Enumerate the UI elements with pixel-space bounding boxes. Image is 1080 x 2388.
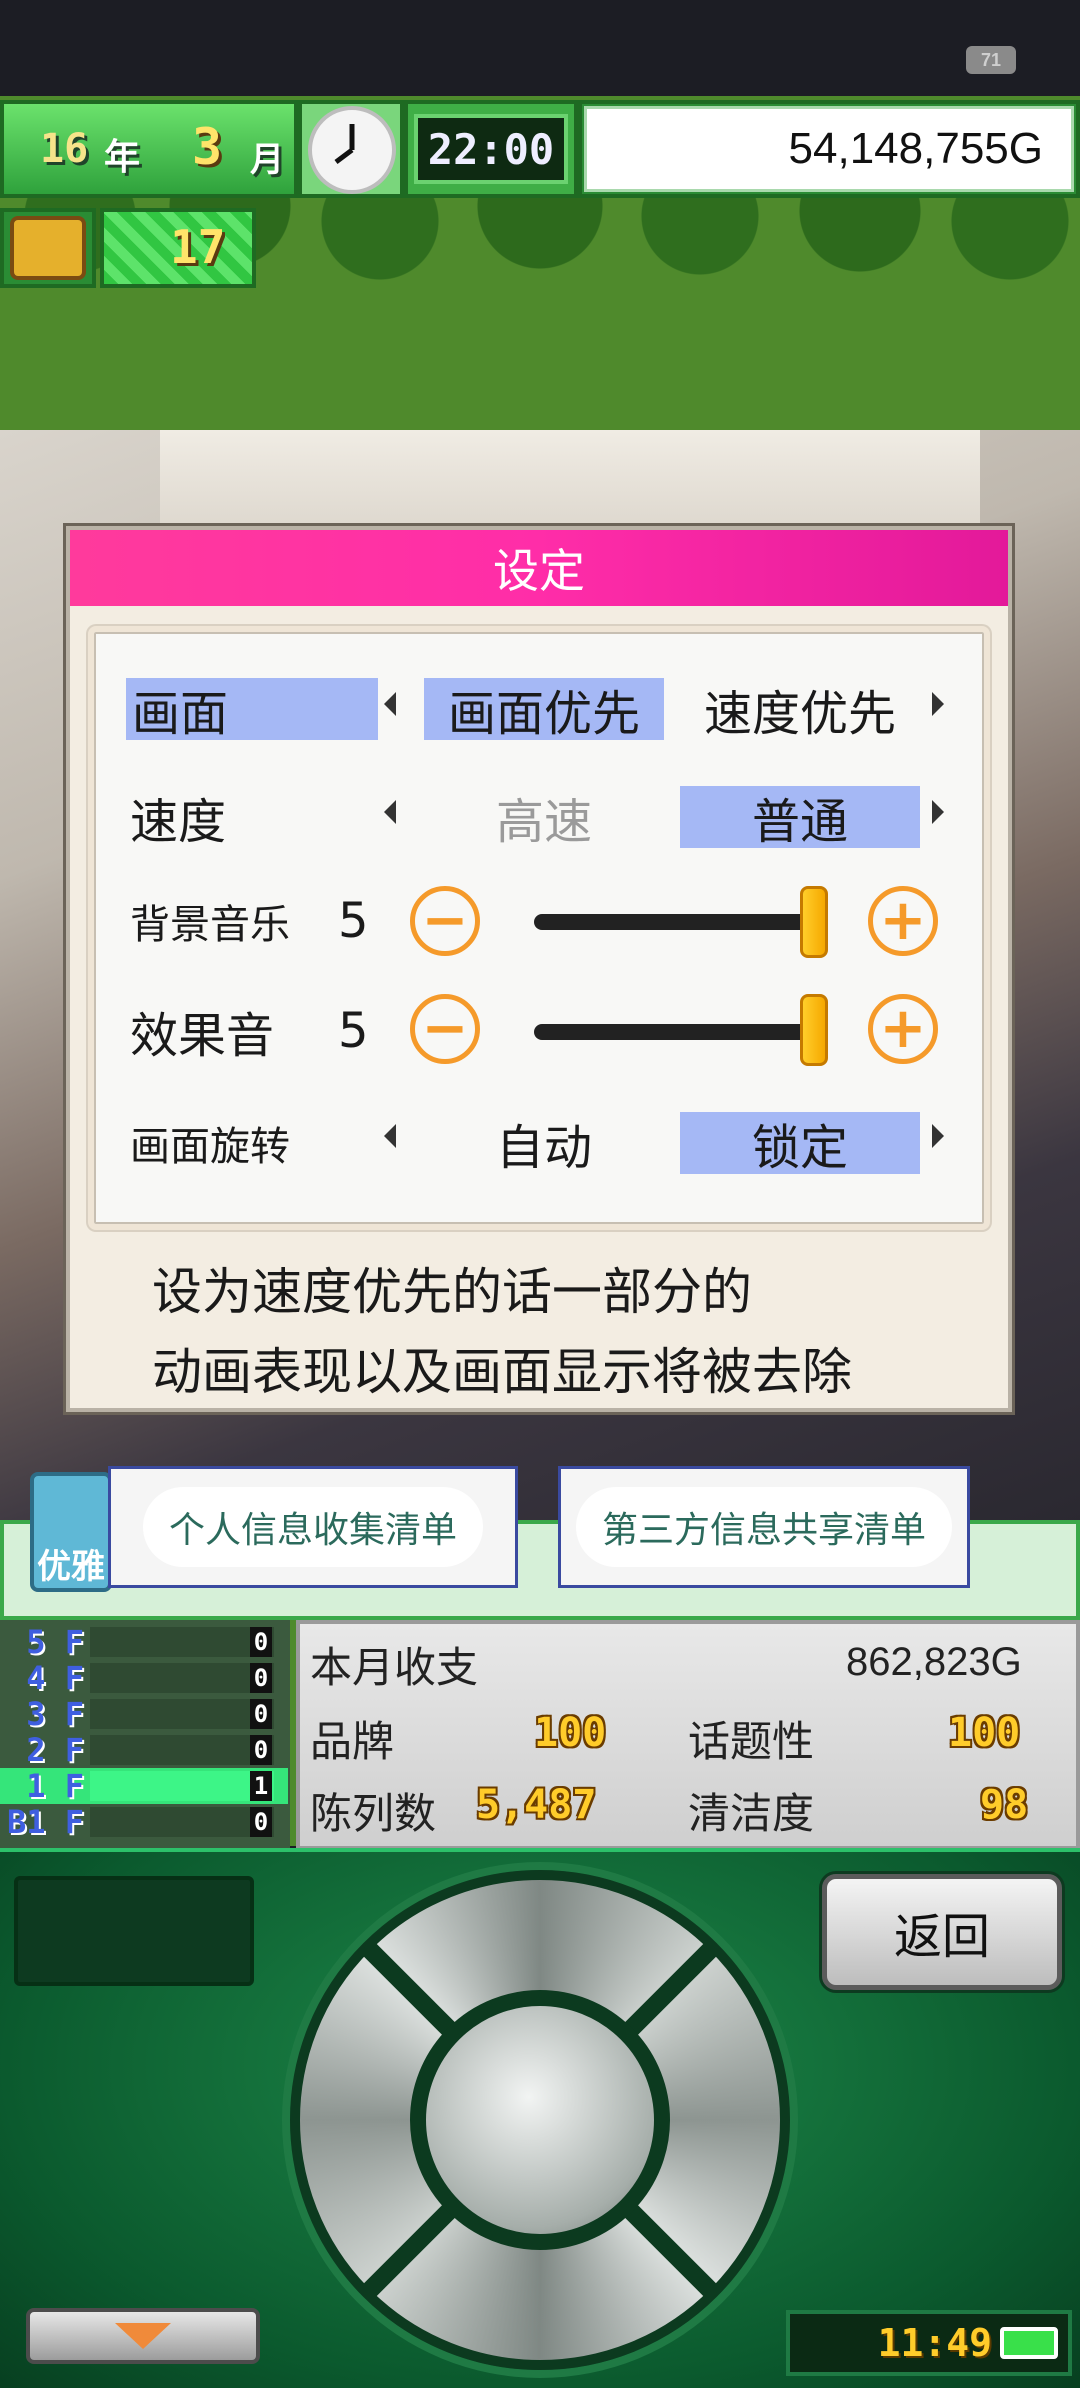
back-button[interactable]: 返回	[822, 1874, 1062, 1990]
status-bar	[0, 0, 1080, 96]
plus-icon: +	[879, 888, 927, 953]
floor-label: 1 F	[26, 1767, 84, 1805]
se-decrease-button[interactable]: −	[410, 994, 480, 1064]
rotation-right-arrow[interactable]	[932, 1124, 944, 1148]
count-value: 17	[170, 220, 226, 274]
topic-label: 话题性	[688, 1717, 815, 1766]
third-party-label: 第三方信息共享清单	[575, 1487, 952, 1567]
month-number: 3	[192, 118, 223, 176]
floor-label: 4 F	[26, 1659, 84, 1697]
description-line-1: 设为速度优先的话一部分的	[152, 1263, 752, 1321]
floor-bar: 1	[90, 1771, 274, 1801]
personal-info-button[interactable]: 个人信息收集清单	[108, 1466, 518, 1588]
se-increase-button[interactable]: +	[868, 994, 938, 1064]
bgm-slider-track[interactable]	[534, 914, 814, 930]
clock-icon	[308, 106, 396, 194]
device-clock-time: 11:49	[877, 2321, 992, 2365]
display-count-label: 陈列数	[310, 1789, 437, 1838]
floor-bar: 0	[90, 1699, 274, 1729]
floor-label: 2 F	[26, 1731, 84, 1769]
mini-screen	[14, 1876, 254, 1986]
floor-label: B1 F	[6, 1803, 84, 1841]
bgm-label: 背景音乐	[130, 902, 290, 948]
cleanliness-value: 98	[980, 1782, 1029, 1828]
minus-icon: −	[421, 996, 469, 1061]
category-label: 优雅	[37, 1547, 105, 1587]
year-number: 16	[40, 126, 89, 172]
rotation-option-auto[interactable]: 自动	[424, 1112, 664, 1176]
triangle-down-icon	[115, 2323, 171, 2349]
minus-icon: −	[421, 888, 469, 953]
bgm-slider-knob[interactable]	[800, 886, 828, 958]
category-icon[interactable]: 优雅	[30, 1472, 112, 1592]
floor-bar: 0	[90, 1807, 274, 1837]
brand-label: 品牌	[310, 1717, 395, 1766]
plus-icon: +	[879, 996, 927, 1061]
se-slider-track[interactable]	[534, 1024, 814, 1040]
battery-indicator: 71	[966, 46, 1016, 74]
dpad-center-button[interactable]	[410, 1990, 670, 2250]
personal-info-label: 个人信息收集清单	[142, 1487, 483, 1567]
floor-label: 5 F	[26, 1623, 84, 1661]
speed-option-fast[interactable]: 高速	[424, 786, 664, 850]
screen-right-arrow[interactable]	[932, 692, 944, 716]
brand-value: 100	[534, 1710, 607, 1756]
floor-bar: 0	[90, 1663, 274, 1693]
floor-bar: 0	[90, 1627, 274, 1657]
screen-setting-label: 画面	[126, 678, 378, 742]
battery-level: 71	[980, 49, 1002, 70]
floor-row-4f[interactable]: 4 F 0	[0, 1659, 288, 1697]
bgm-decrease-button[interactable]: −	[410, 886, 480, 956]
game-time: 22:00	[414, 114, 568, 184]
device-clock: 11:49	[786, 2310, 1072, 2376]
se-value: 5	[338, 1003, 369, 1059]
floor-value: 0	[250, 1699, 272, 1729]
floor-label: 3 F	[26, 1695, 84, 1733]
money-value: 54,148,755G	[584, 106, 1074, 192]
cleanliness-label: 清洁度	[688, 1789, 815, 1838]
month-unit: 月	[250, 140, 284, 180]
monthly-label: 本月收支	[310, 1643, 479, 1692]
battery-icon	[1000, 2327, 1058, 2359]
monthly-value: 862,823G	[846, 1640, 1022, 1684]
screen-option-quality[interactable]: 画面优先	[424, 678, 664, 742]
speed-right-arrow[interactable]	[932, 800, 944, 824]
rotation-left-arrow[interactable]	[384, 1124, 396, 1148]
floor-bar: 0	[90, 1735, 274, 1765]
floor-row-1f[interactable]: 1 F 1	[0, 1767, 288, 1805]
display-count-value: 5,487	[476, 1782, 597, 1828]
floor-row-2f[interactable]: 2 F 0	[0, 1731, 288, 1769]
se-slider-knob[interactable]	[800, 994, 828, 1066]
floor-value: 0	[250, 1663, 272, 1693]
floor-list: 5 F 0 4 F 0 3 F 0 2 F 0 1 F 1 B1 F 0	[0, 1620, 290, 1850]
description-line-2: 动画表现以及画面显示将被去除	[152, 1343, 852, 1401]
floor-row-5f[interactable]: 5 F 0	[0, 1623, 288, 1661]
collapse-button[interactable]	[26, 2308, 260, 2364]
bgm-increase-button[interactable]: +	[868, 886, 938, 956]
shirt-icon[interactable]	[10, 216, 86, 280]
floor-value: 0	[250, 1735, 272, 1765]
topic-value: 100	[948, 1710, 1021, 1756]
se-label: 效果音	[130, 1008, 275, 1064]
screen-option-speed[interactable]: 速度优先	[680, 678, 920, 742]
floor-row-3f[interactable]: 3 F 0	[0, 1695, 288, 1733]
speed-left-arrow[interactable]	[384, 800, 396, 824]
year-unit: 年	[104, 137, 141, 178]
rotation-setting-label: 画面旋转	[130, 1124, 290, 1170]
rotation-option-lock[interactable]: 锁定	[680, 1112, 920, 1176]
floor-value: 0	[250, 1807, 272, 1837]
floor-row-b1f[interactable]: B1 F 0	[0, 1803, 288, 1841]
speed-setting-label: 速度	[130, 794, 227, 850]
third-party-button[interactable]: 第三方信息共享清单	[558, 1466, 970, 1588]
floor-value: 1	[250, 1771, 272, 1801]
screen-left-arrow[interactable]	[384, 692, 396, 716]
dialog-title: 设定	[70, 530, 1008, 606]
speed-option-normal[interactable]: 普通	[680, 786, 920, 850]
bgm-value: 5	[338, 893, 369, 949]
floor-value: 0	[250, 1627, 272, 1657]
